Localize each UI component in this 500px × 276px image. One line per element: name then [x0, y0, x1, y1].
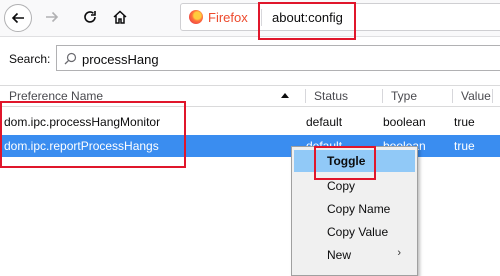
column-divider — [452, 89, 453, 103]
back-arrow-icon — [11, 12, 24, 24]
column-header-status[interactable]: Status — [314, 89, 348, 103]
menu-item-label: New — [327, 248, 352, 262]
search-input[interactable]: processHang — [56, 45, 500, 71]
menu-item-label: Copy Name — [327, 202, 391, 216]
menu-item-label: Copy Value — [327, 225, 389, 239]
forward-button[interactable] — [38, 3, 66, 31]
browser-identity-label: Firefox — [208, 10, 248, 25]
menu-item-copy-value[interactable]: Copy Value — [294, 221, 415, 243]
pref-value: true — [454, 115, 475, 129]
search-icon — [64, 52, 77, 65]
navigation-toolbar: Firefox about:config — [0, 0, 500, 37]
menu-item-new[interactable]: New › — [294, 244, 415, 266]
menu-item-copy-name[interactable]: Copy Name — [294, 198, 415, 220]
column-header-value[interactable]: Value — [461, 89, 491, 103]
table-row-selected[interactable]: dom.ipc.reportProcessHangs default boole… — [0, 135, 500, 157]
reload-button[interactable] — [76, 3, 104, 31]
column-divider — [492, 89, 493, 103]
table-row[interactable]: dom.ipc.processHangMonitor default boole… — [0, 111, 500, 133]
menu-item-copy[interactable]: Copy — [294, 175, 415, 197]
pref-value: true — [454, 139, 475, 153]
submenu-arrow-icon: › — [397, 247, 401, 259]
menu-item-label: Copy — [327, 179, 356, 193]
address-bar[interactable]: Firefox about:config — [180, 3, 500, 31]
pref-name: dom.ipc.processHangMonitor — [4, 115, 161, 129]
pref-name: dom.ipc.reportProcessHangs — [4, 139, 159, 153]
column-header-type[interactable]: Type — [391, 89, 417, 103]
url-separator — [261, 9, 262, 26]
search-value: processHang — [82, 52, 159, 67]
pref-type: boolean — [383, 115, 426, 129]
column-divider — [305, 89, 306, 103]
url-text[interactable]: about:config — [272, 10, 343, 25]
forward-arrow-icon — [46, 11, 59, 23]
search-label: Search: — [9, 52, 51, 66]
home-icon — [113, 10, 127, 24]
column-divider — [382, 89, 383, 103]
back-button[interactable] — [4, 4, 32, 32]
sort-ascending-icon — [281, 93, 289, 98]
column-header-name[interactable]: Preference Name — [9, 89, 103, 103]
context-menu: Toggle Copy Copy Name Copy Value New › — [291, 146, 418, 276]
table-header: Preference Name Status Type Value — [0, 85, 500, 107]
firefox-logo-icon — [189, 10, 203, 24]
reload-icon — [84, 11, 96, 23]
home-button[interactable] — [106, 3, 134, 31]
menu-item-toggle[interactable]: Toggle — [294, 150, 415, 172]
pref-status: default — [306, 115, 343, 129]
menu-item-label: Toggle — [327, 154, 366, 168]
